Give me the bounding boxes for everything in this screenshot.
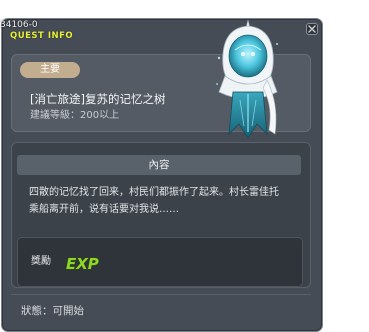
quest-status: 狀態：可開始 bbox=[21, 305, 84, 317]
quest-id-label: 34106-0 bbox=[0, 20, 38, 30]
exp-icon-text: EXP bbox=[66, 255, 99, 272]
close-icon bbox=[308, 25, 316, 33]
divider bbox=[11, 294, 311, 295]
reward-label: 獎勵 bbox=[31, 256, 51, 267]
recommended-level: 建議等級：200以上 bbox=[30, 110, 120, 121]
reward-box bbox=[17, 237, 303, 287]
window-title: QUEST INFO bbox=[10, 31, 74, 41]
quest-name: [消亡旅途]复苏的记忆之树 bbox=[30, 92, 166, 106]
close-button[interactable] bbox=[306, 23, 318, 35]
content-section-header: 內容 bbox=[17, 155, 301, 175]
exp-icon: EXP bbox=[66, 255, 100, 272]
npc-portrait bbox=[216, 19, 278, 139]
quest-category-badge: 主要 bbox=[20, 62, 80, 78]
quest-description: 四散的记忆找了回来，村民们都振作了起来。村长雷佳托乘船离开前，说有话要对我说…… bbox=[29, 187, 279, 215]
